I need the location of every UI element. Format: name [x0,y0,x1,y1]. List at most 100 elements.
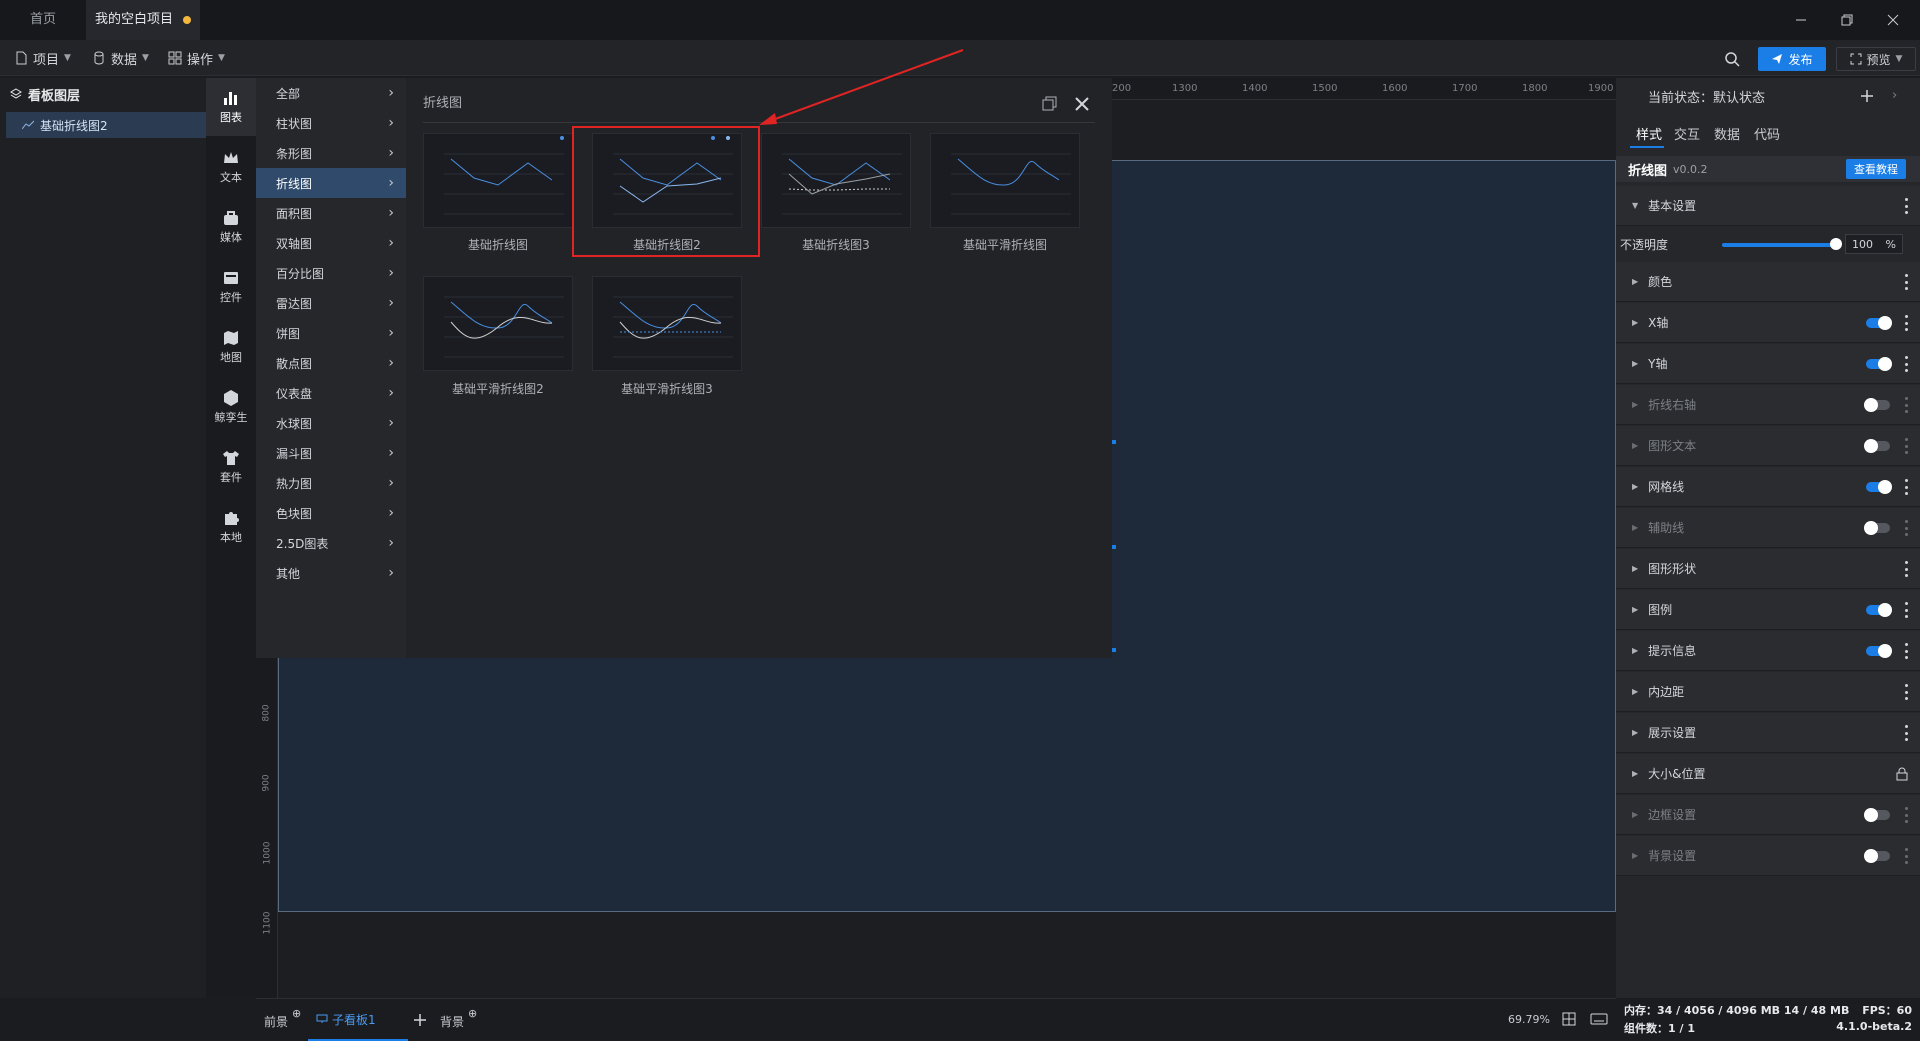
type-item[interactable]: 全部 › [256,78,406,108]
more-icon[interactable] [1904,397,1908,413]
tab-home[interactable]: 首页 [0,0,86,40]
chart-thumbnail[interactable] [423,276,573,371]
type-item-line[interactable]: 折线图 › [256,168,406,198]
more-icon[interactable] [1904,198,1908,214]
more-icon[interactable] [1904,725,1908,741]
chart-thumbnail[interactable] [423,133,573,228]
settings-section[interactable]: ▶ 图形文本 [1616,426,1920,466]
section-toggle[interactable] [1864,521,1890,535]
settings-section[interactable]: ▶ 辅助线 [1616,508,1920,548]
settings-section[interactable]: ▶ 折线右轴 [1616,385,1920,425]
section-toggle[interactable] [1866,357,1892,371]
keyboard-icon[interactable] [1590,1013,1608,1025]
zoom-level[interactable]: 69.79% [1508,1013,1550,1026]
close-window-button[interactable] [1870,0,1916,40]
more-icon[interactable] [1904,643,1908,659]
tab-interaction[interactable]: 交互 [1674,124,1700,143]
preview-button[interactable]: 预览 ▼ [1836,47,1916,71]
layer-item[interactable]: 基础折线图2 [6,112,206,138]
more-icon[interactable] [1904,561,1908,577]
opacity-input[interactable]: 100 % [1845,234,1903,254]
copy-icon[interactable] [1042,96,1058,112]
resize-handle[interactable] [1112,545,1116,549]
category-media[interactable]: 媒体 [206,198,256,256]
more-icon[interactable] [1904,315,1908,331]
category-map[interactable]: 地图 [206,318,256,376]
back-layer-label[interactable]: 背景 [440,1013,464,1030]
settings-section[interactable]: ▶ 网格线 [1616,467,1920,507]
more-icon[interactable] [1904,438,1908,454]
resize-handle[interactable] [1112,440,1116,444]
type-item[interactable]: 散点图 › [256,348,406,378]
opacity-slider-handle[interactable] [1830,238,1842,250]
more-icon[interactable] [1904,479,1908,495]
section-toggle[interactable] [1866,603,1892,617]
close-popup-icon[interactable] [1074,96,1090,112]
more-icon[interactable] [1904,520,1908,536]
minimize-button[interactable] [1778,0,1824,40]
section-toggle[interactable] [1866,480,1892,494]
type-item[interactable]: 其他 › [256,558,406,588]
settings-section[interactable]: ▶ 大小&位置 [1616,754,1920,794]
front-layer-label[interactable]: 前景 [264,1013,288,1030]
add-circle-icon[interactable]: ⊕ [292,1007,301,1020]
settings-section[interactable]: ▶ 边框设置 [1616,795,1920,835]
settings-section[interactable]: ▶ Y轴 [1616,344,1920,384]
category-twin[interactable]: 鲸孪生 [206,378,256,436]
chevron-right-icon[interactable]: › [1892,88,1897,103]
more-icon[interactable] [1904,807,1908,823]
tab-style[interactable]: 样式 [1636,124,1662,143]
type-item[interactable]: 双轴图 › [256,228,406,258]
type-item[interactable]: 百分比图 › [256,258,406,288]
type-item[interactable]: 柱状图 › [256,108,406,138]
settings-section[interactable]: ▶ X轴 [1616,303,1920,343]
type-item[interactable]: 饼图 › [256,318,406,348]
tab-data[interactable]: 数据 [1714,124,1740,143]
chart-thumbnail[interactable] [761,133,911,228]
tab-board[interactable]: 子看板1 [308,999,408,1041]
settings-section[interactable]: ▶ 图例 [1616,590,1920,630]
resize-handle[interactable] [1112,648,1116,652]
section-toggle[interactable] [1866,644,1892,658]
more-icon[interactable] [1904,356,1908,372]
more-icon[interactable] [1904,602,1908,618]
chart-thumbnail[interactable] [930,133,1080,228]
settings-section[interactable]: ▼ 基本设置 [1616,186,1920,226]
type-item[interactable]: 色块图 › [256,498,406,528]
settings-section[interactable]: ▶ 展示设置 [1616,713,1920,753]
section-toggle[interactable] [1864,439,1890,453]
chart-thumbnail[interactable] [592,276,742,371]
section-toggle[interactable] [1864,849,1890,863]
type-item[interactable]: 仪表盘 › [256,378,406,408]
more-icon[interactable] [1904,684,1908,700]
settings-section[interactable]: ▶ 背景设置 [1616,836,1920,876]
type-item[interactable]: 热力图 › [256,468,406,498]
type-item[interactable]: 水球图 › [256,408,406,438]
add-circle-icon[interactable]: ⊕ [468,1007,477,1020]
type-item[interactable]: 2.5D图表 › [256,528,406,558]
category-chart[interactable]: 图表 [206,78,256,136]
search-icon[interactable] [1724,51,1740,67]
more-icon[interactable] [1904,848,1908,864]
add-board-icon[interactable] [414,1014,426,1026]
section-toggle[interactable] [1866,316,1892,330]
tab-project[interactable]: 我的空白项目 [86,0,200,40]
restore-button[interactable] [1824,0,1870,40]
settings-section[interactable]: ▶ 提示信息 [1616,631,1920,671]
menu-data[interactable]: 数据 ▼ [92,40,149,76]
add-state-icon[interactable] [1860,89,1874,103]
settings-section[interactable]: ▶ 内边距 [1616,672,1920,712]
section-toggle[interactable] [1864,808,1890,822]
lock-icon[interactable] [1896,767,1908,781]
tutorial-button[interactable]: 查看教程 [1846,159,1906,179]
category-local[interactable]: 本地 [206,498,256,556]
fit-screen-icon[interactable] [1562,1012,1576,1026]
type-item[interactable]: 雷达图 › [256,288,406,318]
type-item[interactable]: 条形图 › [256,138,406,168]
more-icon[interactable] [1904,274,1908,290]
category-kit[interactable]: 套件 [206,438,256,496]
menu-project[interactable]: 项目 ▼ [14,40,71,76]
settings-section[interactable]: ▶ 图形形状 [1616,549,1920,589]
type-item[interactable]: 漏斗图 › [256,438,406,468]
section-toggle[interactable] [1864,398,1890,412]
